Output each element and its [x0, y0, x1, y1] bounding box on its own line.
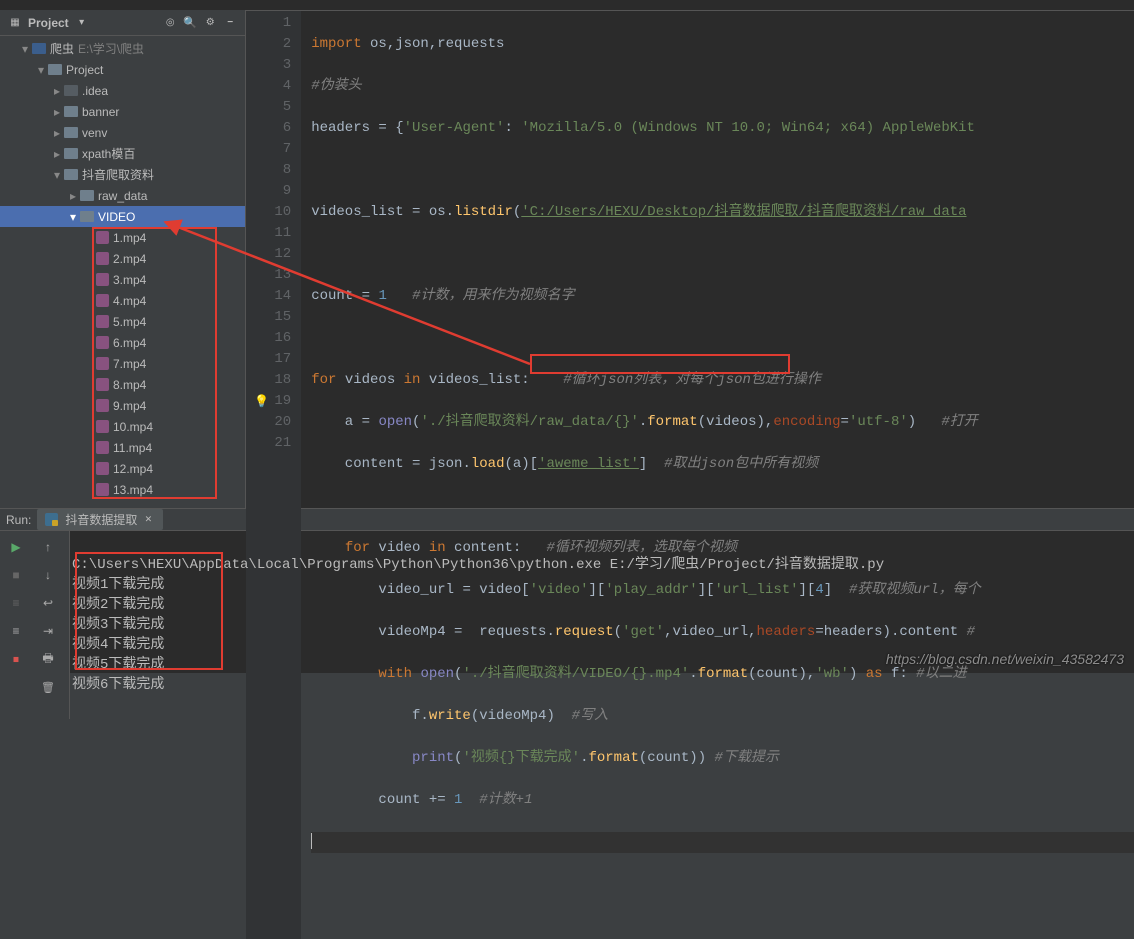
tree-file[interactable]: 11.mp4	[0, 437, 245, 458]
intention-bulb-icon[interactable]	[254, 392, 269, 413]
exit-icon[interactable]: ⏹	[6, 649, 26, 669]
clear-icon[interactable]	[38, 677, 58, 697]
folder-icon	[64, 169, 78, 180]
folder-icon	[80, 211, 94, 222]
console-line: 视频6下载完成	[72, 677, 164, 693]
folder-icon	[64, 148, 78, 159]
tree-file[interactable]: 6.mp4	[0, 332, 245, 353]
project-sidebar: ▦ Project ▾ 爬虫 E:\学习\爬虫 ▾ Project ▸.idea…	[0, 10, 246, 508]
tree-file[interactable]: 1.mp4	[0, 227, 245, 248]
tree-folder[interactable]: ▸banner	[0, 101, 245, 122]
gutter[interactable]: 1234 5678 9101112 13141516 17181920 21	[246, 11, 301, 939]
tree-file[interactable]: 13.mp4	[0, 479, 245, 500]
scroll-end-icon[interactable]	[38, 621, 58, 641]
project-panel-title: Project	[28, 16, 69, 30]
run-tab[interactable]: 抖音数据提取	[37, 509, 163, 530]
rerun-icon[interactable]	[6, 537, 26, 557]
tree-file[interactable]: 2.mp4	[0, 248, 245, 269]
stop-icon[interactable]: ■	[6, 565, 26, 585]
tree-folder-rawdata[interactable]: ▸raw_data	[0, 185, 245, 206]
tree-folder[interactable]: ▸xpath模百	[0, 143, 245, 164]
caret	[311, 833, 312, 849]
tree-folder-video[interactable]: ▾VIDEO	[0, 206, 245, 227]
mp4-icon	[96, 462, 109, 475]
mp4-icon	[96, 378, 109, 391]
folder-icon	[64, 106, 78, 117]
dump-threads-icon[interactable]	[6, 621, 26, 641]
editor: 哔哩哔哩弹幕爬取.py 抖音数据提取.py 果壳.py 有道词典.py 扇贝.p…	[246, 10, 1134, 508]
folder-icon	[80, 190, 94, 201]
console-output[interactable]: C:\Users\HEXU\AppData\Local\Programs\Pyt…	[70, 531, 1134, 719]
autoscroll-icon[interactable]	[163, 16, 177, 30]
tree-file[interactable]: 10.mp4	[0, 416, 245, 437]
code-text[interactable]: import os,json,requests #伪装头 headers = {…	[301, 11, 1134, 939]
mp4-icon	[96, 252, 109, 265]
folder-icon	[64, 85, 78, 96]
code-editor[interactable]: 1234 5678 9101112 13141516 17181920 21 i…	[246, 11, 1134, 939]
console-line: 视频4下载完成	[72, 637, 164, 653]
tree-file[interactable]: 9.mp4	[0, 395, 245, 416]
tree-folder[interactable]: ▾抖音爬取资料	[0, 164, 245, 185]
expand-icon[interactable]	[183, 16, 197, 30]
mp4-icon	[96, 441, 109, 454]
print-icon[interactable]: 🖶	[38, 649, 58, 669]
chevron-down-icon[interactable]	[75, 16, 89, 30]
close-icon[interactable]	[141, 513, 155, 527]
mp4-icon	[96, 231, 109, 244]
folder-icon	[64, 127, 78, 138]
run-label: Run:	[6, 513, 31, 527]
project-panel-header: ▦ Project	[0, 10, 245, 36]
tree-file[interactable]: 3.mp4	[0, 269, 245, 290]
mp4-icon	[96, 315, 109, 328]
module-icon	[32, 43, 46, 54]
tree-file[interactable]: 4.mp4	[0, 290, 245, 311]
down-icon[interactable]	[38, 565, 58, 585]
settings-icon[interactable]	[203, 16, 217, 30]
mp4-icon	[96, 336, 109, 349]
mp4-icon	[96, 483, 109, 496]
tree-folder[interactable]: ▸venv	[0, 122, 245, 143]
project-tree[interactable]: ▾ 爬虫 E:\学习\爬虫 ▾ Project ▸.idea ▸banner ▸…	[0, 36, 245, 508]
mp4-icon	[96, 399, 109, 412]
run-panel: Run: 抖音数据提取 ■ ≡ ⏹ 🖶 C:\Us	[0, 508, 1134, 673]
mp4-icon	[96, 420, 109, 433]
tree-file[interactable]: 8.mp4	[0, 374, 245, 395]
tree-root-path: E:\学习\爬虫	[78, 40, 144, 57]
tree-root-label: 爬虫	[50, 40, 74, 57]
tree-folder[interactable]: ▸.idea	[0, 80, 245, 101]
python-icon	[45, 513, 58, 526]
tree-file[interactable]: 12.mp4	[0, 458, 245, 479]
run-toolbar: ■ ≡ ⏹ 🖶	[0, 531, 70, 719]
tree-file[interactable]: 5.mp4	[0, 311, 245, 332]
tree-project[interactable]: ▾ Project	[0, 59, 245, 80]
folder-icon	[48, 64, 62, 75]
console-line: 视频2下载完成	[72, 597, 164, 613]
project-icon: ▦	[8, 16, 22, 30]
console-line: 视频5下载完成	[72, 657, 164, 673]
console-line: 视频3下载完成	[72, 617, 164, 633]
mp4-icon	[96, 294, 109, 307]
pause-icon[interactable]: ≡	[6, 593, 26, 613]
mp4-icon	[96, 273, 109, 286]
console-cmd: C:\Users\HEXU\AppData\Local\Programs\Pyt…	[72, 557, 884, 573]
soft-wrap-icon[interactable]	[38, 593, 58, 613]
watermark: https://blog.csdn.net/weixin_43582473	[886, 651, 1124, 667]
tree-file[interactable]: 7.mp4	[0, 353, 245, 374]
console-line: 视频1下载完成	[72, 577, 164, 593]
mp4-icon	[96, 357, 109, 370]
hide-icon[interactable]	[223, 16, 237, 30]
up-icon[interactable]	[38, 537, 58, 557]
tree-root[interactable]: ▾ 爬虫 E:\学习\爬虫	[0, 38, 245, 59]
